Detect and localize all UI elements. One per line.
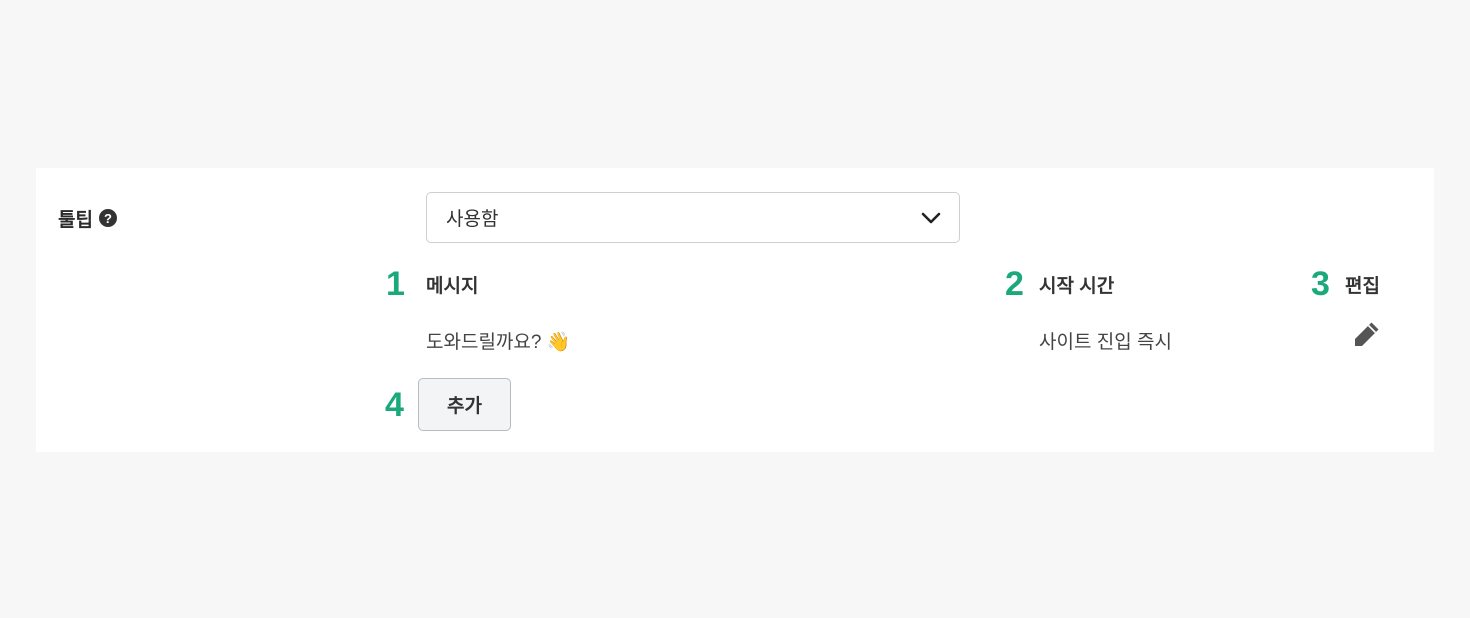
column-header-edit: 편집 xyxy=(1345,276,1380,297)
tooltip-label-text: 툴팁 xyxy=(58,209,93,231)
column-header-message: 메시지 xyxy=(426,276,479,297)
pencil-icon[interactable] xyxy=(1351,320,1381,350)
waving-hand-emoji: 👋 xyxy=(546,332,571,353)
annotation-marker-2: 2 xyxy=(1005,265,1024,303)
annotation-marker-3: 3 xyxy=(1311,265,1330,303)
column-header-start-time: 시작 시간 xyxy=(1039,276,1115,297)
table-row-start-time: 사이트 진입 즉시 xyxy=(1039,332,1172,353)
chevron-down-icon xyxy=(921,212,941,223)
table-row-message: 도와드릴까요? 👋 xyxy=(426,327,570,354)
tooltip-enable-select[interactable]: 사용함 xyxy=(426,192,960,243)
message-text: 도와드릴까요? xyxy=(426,332,542,353)
tooltip-setting-label: 툴팁 ? xyxy=(58,204,117,232)
annotation-marker-1: 1 xyxy=(386,265,405,303)
question-circle-icon[interactable]: ? xyxy=(98,209,117,227)
annotation-marker-4: 4 xyxy=(385,386,404,424)
select-value: 사용함 xyxy=(446,209,499,230)
add-button[interactable]: 추가 xyxy=(418,378,511,431)
